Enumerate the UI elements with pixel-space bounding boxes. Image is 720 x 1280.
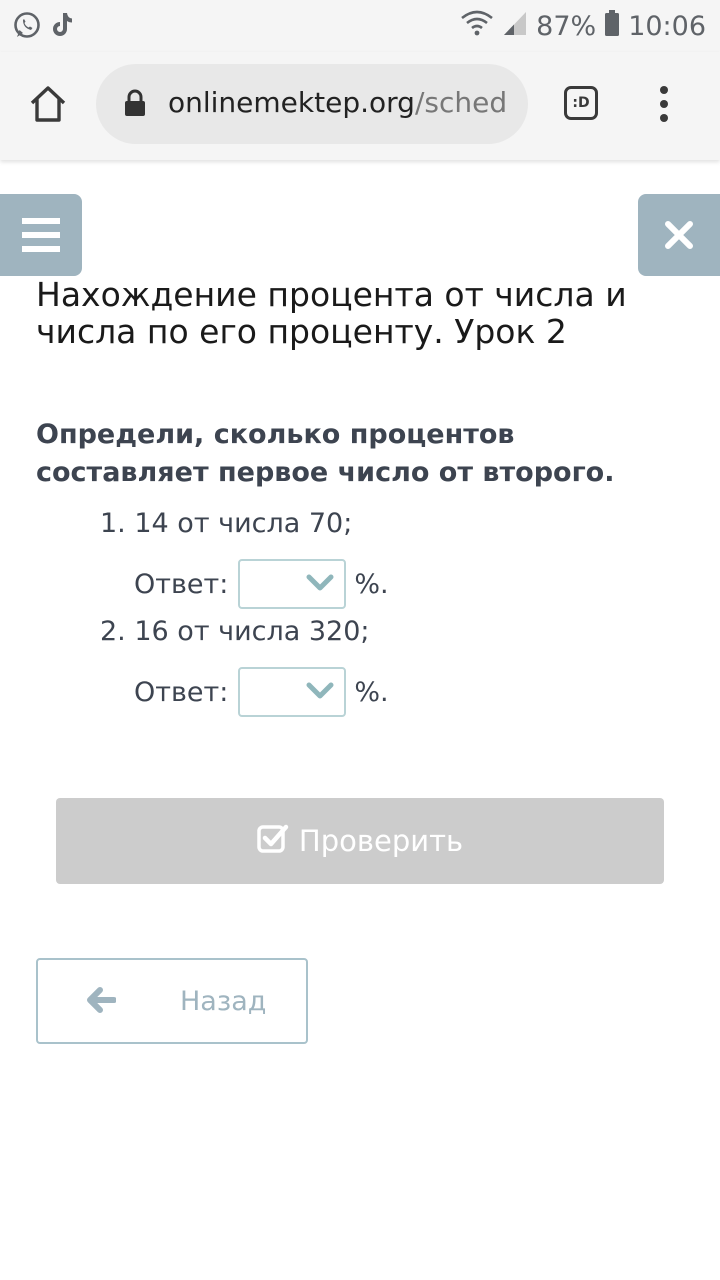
answer-select-1[interactable] bbox=[238, 559, 347, 609]
check-button-label: Проверить bbox=[298, 824, 464, 858]
clock: 10:06 bbox=[628, 10, 706, 42]
check-button[interactable]: Проверить bbox=[56, 798, 664, 884]
more-vert-icon[interactable] bbox=[654, 84, 674, 128]
percent-sign: %. bbox=[354, 676, 389, 708]
answer-label: Ответ: bbox=[134, 676, 229, 708]
answer-label: Ответ: bbox=[134, 568, 229, 600]
menu-button[interactable] bbox=[0, 194, 82, 276]
tiktok-icon bbox=[50, 10, 82, 42]
chevron-down-icon bbox=[306, 682, 334, 699]
list-item: 2. 16 от числа 320; bbox=[100, 616, 370, 647]
answer-select-2[interactable] bbox=[238, 667, 347, 717]
back-button-label: Назад bbox=[180, 986, 267, 1017]
lock-icon bbox=[124, 89, 146, 121]
url-text: onlinemektep.org/sched bbox=[168, 86, 507, 119]
item-text: 16 от числа 320; bbox=[134, 616, 370, 647]
browser-toolbar: onlinemektep.org/sched :D bbox=[0, 52, 720, 160]
battery-icon bbox=[604, 9, 620, 44]
url-path: /sched bbox=[414, 86, 508, 119]
close-button[interactable] bbox=[638, 194, 720, 276]
list-item: 1. 14 от числа 70; bbox=[100, 508, 352, 539]
status-bar: 87% 10:06 bbox=[0, 0, 720, 52]
menu-icon bbox=[22, 218, 60, 256]
task-instruction: Определи, сколько процентов составляет п… bbox=[36, 419, 615, 488]
wifi-icon bbox=[460, 9, 494, 44]
answer-row: Ответ: %. bbox=[134, 667, 389, 717]
back-button[interactable]: Назад bbox=[36, 958, 308, 1044]
arrow-left-icon bbox=[86, 986, 117, 1018]
answer-row: Ответ: %. bbox=[134, 559, 389, 609]
tabs-badge: :D bbox=[572, 95, 590, 111]
whatsapp-icon bbox=[12, 10, 44, 42]
home-icon[interactable] bbox=[28, 84, 68, 128]
tabs-icon[interactable]: :D bbox=[564, 86, 598, 120]
page-title: Нахождение процента от числа и числа по … bbox=[36, 275, 627, 351]
signal-icon bbox=[502, 9, 528, 44]
close-icon bbox=[664, 220, 694, 254]
item-number: 1. bbox=[100, 508, 126, 539]
item-text: 14 от числа 70; bbox=[134, 508, 353, 539]
battery-percent: 87% bbox=[536, 10, 597, 42]
chevron-down-icon bbox=[306, 574, 334, 591]
address-bar[interactable]: onlinemektep.org/sched bbox=[96, 64, 528, 144]
checkbox-icon bbox=[257, 823, 289, 860]
percent-sign: %. bbox=[354, 568, 389, 600]
url-host: onlinemektep.org bbox=[168, 86, 415, 119]
item-number: 2. bbox=[100, 616, 126, 647]
